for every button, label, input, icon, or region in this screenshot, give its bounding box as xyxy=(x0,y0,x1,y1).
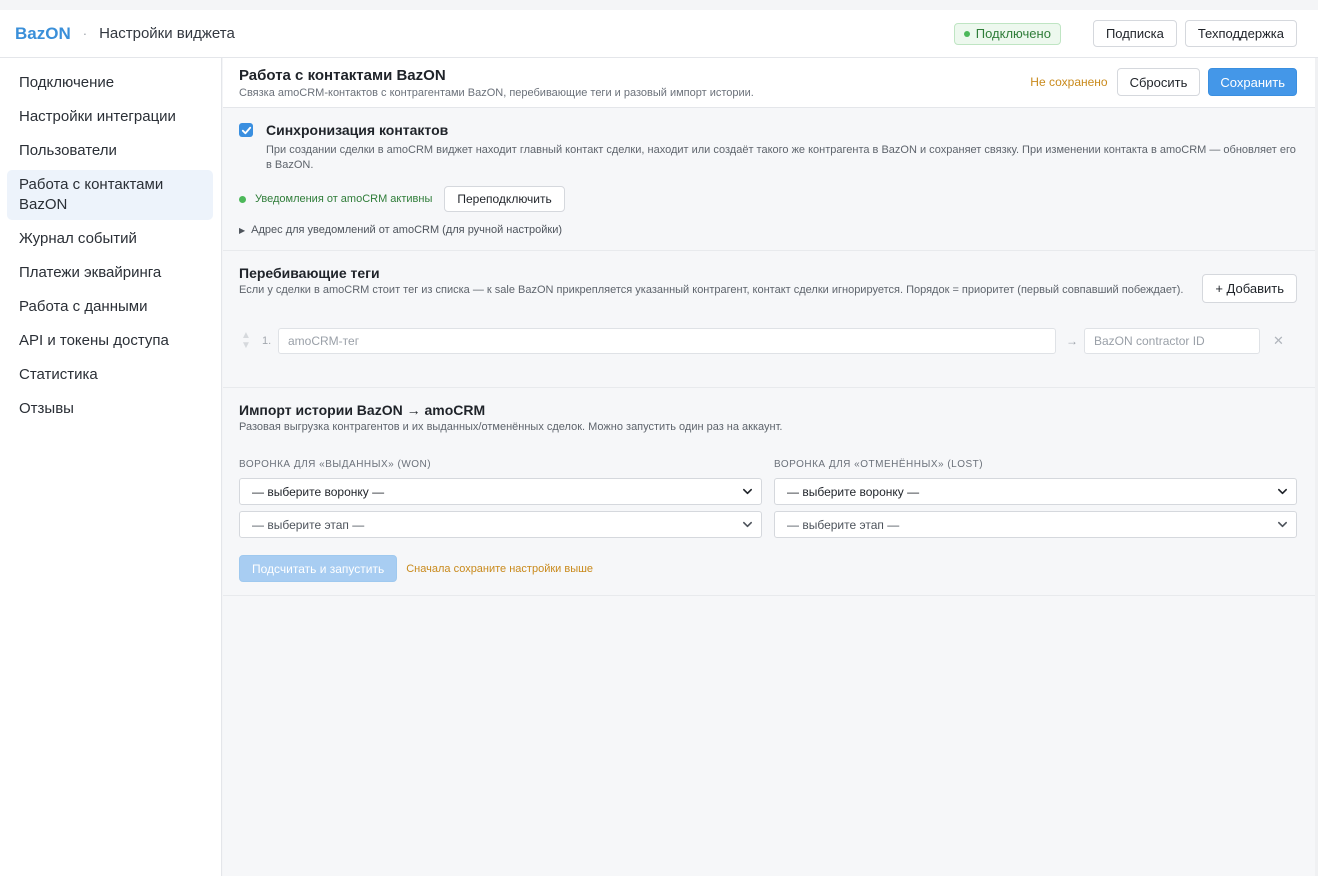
run-import-hint: Сначала сохраните настройки выше xyxy=(406,562,594,575)
header-separator: · xyxy=(82,26,88,41)
chevron-down-icon xyxy=(743,488,752,495)
sidebar-item-connection[interactable]: Подключение xyxy=(7,68,213,98)
move-down-icon[interactable]: ▼ xyxy=(241,340,251,351)
page-heading: Работа с контактами BazON Связка amoCRM-… xyxy=(239,67,754,99)
sidebar-item-acquiring-payments[interactable]: Платежи эквайринга xyxy=(7,258,213,288)
sidebar-item-event-log[interactable]: Журнал событий xyxy=(7,224,213,254)
sidebar-item-reviews[interactable]: Отзывы xyxy=(7,394,213,424)
subscription-button[interactable]: Подписка xyxy=(1092,20,1177,47)
notifications-status: Уведомления от amoCRM активны xyxy=(255,193,433,205)
contractor-id-input[interactable]: BazON contractor ID xyxy=(1084,327,1260,354)
arrow-right-icon: → xyxy=(1066,333,1078,348)
tag-row: ▲ ▼ 1. amoCRM-тег → BazON contractor ID … xyxy=(239,327,1297,354)
triangle-right-icon: ▶ xyxy=(239,225,246,235)
sidebar-item-statistics[interactable]: Статистика xyxy=(7,360,213,390)
webhook-address-label: Адрес для уведомлений от amoCRM (для руч… xyxy=(251,224,563,236)
sidebar-item-integration-settings[interactable]: Настройки интеграции xyxy=(7,102,213,132)
main-content: Работа с контактами BazON Связка amoCRM-… xyxy=(223,58,1315,876)
won-column: ВОРОНКА ДЛЯ «ВЫДАННЫХ» (WON) — выберите … xyxy=(239,459,762,544)
lost-funnel-value: — выберите воронку — xyxy=(787,484,920,499)
amocrm-tag-input[interactable]: amoCRM-тег xyxy=(278,327,1056,354)
page-header: Работа с контактами BazON Связка amoCRM-… xyxy=(223,58,1315,108)
sidebar-item-data[interactable]: Работа с данными xyxy=(7,292,213,322)
contact-sync-row: Синхронизация контактов При создании сде… xyxy=(239,122,1297,173)
save-button[interactable]: Сохранить xyxy=(1208,68,1297,96)
chevron-down-icon xyxy=(743,521,752,528)
override-tags-text: Перебивающие теги Если у сделки в amoCRM… xyxy=(239,265,1184,298)
status-dot-icon xyxy=(963,30,970,37)
contact-sync-text: Синхронизация контактов При создании сде… xyxy=(266,122,1301,173)
support-button[interactable]: Техподдержка xyxy=(1184,20,1297,47)
won-funnel-value: — выберите воронку — xyxy=(252,484,385,499)
status-dot-icon xyxy=(239,195,246,203)
top-gap xyxy=(0,0,1318,10)
page-subtitle: Связка amoCRM-контактов с контрагентами … xyxy=(239,87,754,99)
won-funnel-select[interactable]: — выберите воронку — xyxy=(239,478,762,505)
sidebar-item-api-tokens[interactable]: API и токены доступа xyxy=(7,326,213,356)
override-tags-title: Перебивающие теги xyxy=(239,265,380,281)
contact-sync-section: Синхронизация контактов При создании сде… xyxy=(223,108,1315,251)
run-import-button[interactable]: Подсчитать и запустить xyxy=(239,555,398,582)
contact-sync-description: При создании сделки в amoCRM виджет нахо… xyxy=(266,144,1296,171)
history-import-title: Импорт истории BazON → amoCRM xyxy=(239,402,486,418)
reconnect-button[interactable]: Переподключить xyxy=(444,186,565,212)
override-tags-header: Перебивающие теги Если у сделки в amoCRM… xyxy=(239,265,1297,303)
unsaved-indicator: Не сохранено xyxy=(1030,75,1108,89)
header-actions: Подключено Подписка Техподдержка xyxy=(953,20,1297,47)
move-up-icon[interactable]: ▲ xyxy=(241,330,251,341)
tag-row-index: 1. xyxy=(262,334,272,347)
connection-status-badge: Подключено xyxy=(953,22,1061,45)
notifications-status-row: Уведомления от amoCRM активны Переподклю… xyxy=(239,186,1297,212)
add-tag-button[interactable]: + Добавить xyxy=(1202,274,1297,303)
reorder-handle[interactable]: ▲ ▼ xyxy=(236,330,256,351)
webhook-address-toggle[interactable]: ▶ Адрес для уведомлений от amoCRM (для р… xyxy=(239,224,1297,236)
reset-button[interactable]: Сбросить xyxy=(1116,68,1201,96)
won-funnel-label: ВОРОНКА ДЛЯ «ВЫДАННЫХ» (WON) xyxy=(239,459,432,470)
lost-stage-select[interactable]: — выберите этап — xyxy=(774,511,1297,538)
brand-logo[interactable]: BazON xyxy=(15,24,71,44)
close-icon[interactable]: ✕ xyxy=(1273,333,1284,349)
sidebar: Подключение Настройки интеграции Пользов… xyxy=(0,58,222,876)
override-tags-section: Перебивающие теги Если у сделки в amoCRM… xyxy=(223,251,1315,388)
page-actions: Не сохранено Сбросить Сохранить xyxy=(1030,68,1297,96)
app-header: BazON · Настройки виджета Подключено Под… xyxy=(0,10,1318,58)
history-import-section: Импорт истории BazON → amoCRM Разовая вы… xyxy=(223,388,1315,596)
won-stage-value: — выберите этап — xyxy=(252,517,365,532)
check-icon xyxy=(241,126,251,134)
sidebar-item-users[interactable]: Пользователи xyxy=(7,136,213,166)
header-title: Настройки виджета xyxy=(99,25,235,42)
lost-funnel-select[interactable]: — выберите воронку — xyxy=(774,478,1297,505)
run-import-row: Подсчитать и запустить Сначала сохраните… xyxy=(239,555,1297,582)
override-tags-description: Если у сделки в amoCRM стоит тег из спис… xyxy=(239,284,1184,296)
won-stage-select[interactable]: — выберите этап — xyxy=(239,511,762,538)
chevron-down-icon xyxy=(1278,488,1287,495)
lost-stage-value: — выберите этап — xyxy=(787,517,900,532)
sidebar-item-contacts[interactable]: Работа с контактами BazON xyxy=(7,170,213,220)
history-import-description: Разовая выгрузка контрагентов и их выдан… xyxy=(239,421,783,433)
contact-sync-checkbox[interactable] xyxy=(239,123,253,137)
page-title: Работа с контактами BazON xyxy=(239,67,446,84)
lost-funnel-label: ВОРОНКА ДЛЯ «ОТМЕНЁННЫХ» (LOST) xyxy=(774,459,984,470)
funnel-selectors: ВОРОНКА ДЛЯ «ВЫДАННЫХ» (WON) — выберите … xyxy=(239,459,1297,544)
lost-column: ВОРОНКА ДЛЯ «ОТМЕНЁННЫХ» (LOST) — выбери… xyxy=(774,459,1297,544)
contact-sync-title[interactable]: Синхронизация контактов xyxy=(266,122,1301,138)
chevron-down-icon xyxy=(1278,521,1287,528)
connection-status-label: Подключено xyxy=(975,26,1051,41)
